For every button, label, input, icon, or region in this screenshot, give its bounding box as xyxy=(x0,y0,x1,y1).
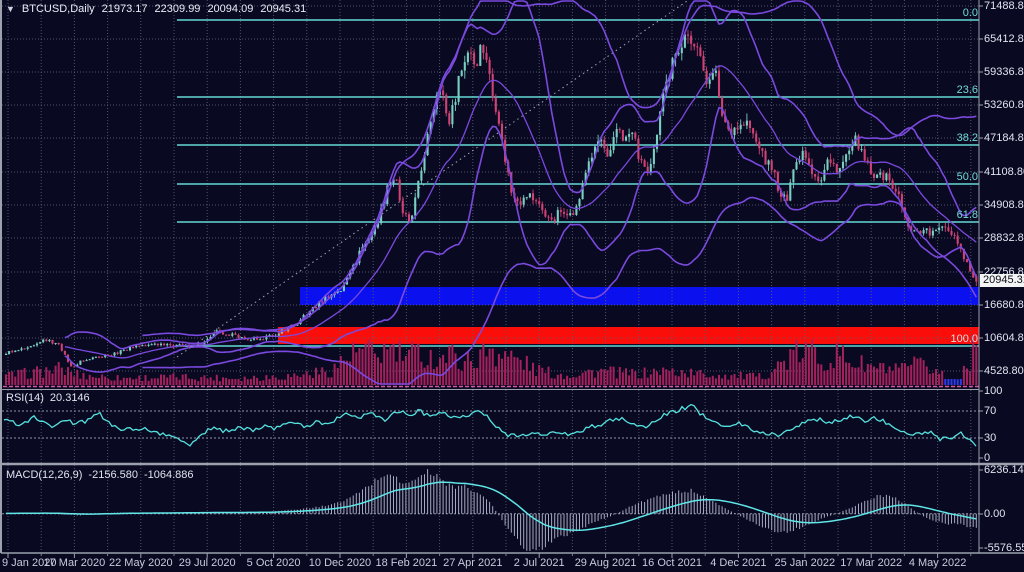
macd-indicator-label: MACD(12,26,9) -2156.580 -1064.886 xyxy=(6,469,200,481)
symbol-dropdown-icon[interactable]: ▼ xyxy=(6,4,15,14)
ohlc-close: 20945.31 xyxy=(260,3,306,15)
fib-level-label: 61.8 xyxy=(957,209,978,221)
macd-scale-label: 6236.141 xyxy=(984,464,1024,476)
fib-level-label: 0.0 xyxy=(963,7,978,19)
macd-value-signal: -1064.886 xyxy=(144,469,194,481)
ohlc-open: 21973.17 xyxy=(102,3,148,15)
price-axis-label: 71488.80 xyxy=(984,0,1024,12)
price-axis-label: 34908.80 xyxy=(984,199,1024,211)
rsi-scale-label: 0 xyxy=(984,452,990,464)
symbol-name: BTCUSD,Daily xyxy=(22,3,95,15)
date-axis-label: 4 May 2022 xyxy=(893,557,983,569)
price-axis-label: 28832.80 xyxy=(984,232,1024,244)
macd-name: MACD(12,26,9) xyxy=(6,469,82,481)
ohlc-high: 22309.99 xyxy=(155,3,201,15)
macd-scale-label: 0.00 xyxy=(984,508,1005,520)
macd-value-main: -2156.580 xyxy=(88,469,138,481)
rsi-value: 20.3146 xyxy=(50,392,90,404)
fib-level-label: 50.0 xyxy=(957,171,978,183)
current-price-tag: 20945.31 xyxy=(980,274,1024,287)
price-axis-label: 41108.80 xyxy=(984,166,1024,178)
chart-canvas[interactable] xyxy=(0,0,1024,572)
price-axis-label: 4528.80 xyxy=(984,365,1024,377)
rsi-indicator-label: RSI(14) 20.3146 xyxy=(6,392,96,404)
symbol-ohlc-bar: ▼ BTCUSD,Daily 21973.17 22309.99 20094.09 209… xyxy=(6,3,313,15)
ohlc-low: 20094.09 xyxy=(207,3,253,15)
macd-scale-label: -5576.553 xyxy=(984,542,1024,554)
rsi-name: RSI(14) xyxy=(6,392,44,404)
rsi-scale-label: 30 xyxy=(984,432,996,444)
price-axis-label: 53260.80 xyxy=(984,99,1024,111)
price-axis-label: 47184.80 xyxy=(984,132,1024,144)
fib-level-label: 23.6 xyxy=(957,84,978,96)
fib-level-label: 100.0 xyxy=(950,333,978,345)
macd-indicator xyxy=(6,469,976,551)
fib-level-label: 38.2 xyxy=(957,132,978,144)
price-axis-label: 65412.80 xyxy=(984,33,1024,45)
trading-chart-window: ▼ BTCUSD,Daily 21973.17 22309.99 20094.09 209… xyxy=(0,0,1024,572)
price-axis-label: 59336.80 xyxy=(984,66,1024,78)
support-resistance-bands xyxy=(278,287,979,344)
bollinger-bands xyxy=(65,1,976,384)
price-axis-label: 10604.80 xyxy=(984,332,1024,344)
red-zone-rectangle xyxy=(278,327,979,344)
price-axis-label: 16680.80 xyxy=(984,299,1024,311)
rsi-scale-label: 70 xyxy=(984,405,996,417)
rsi-scale-label: 100 xyxy=(984,385,1002,397)
